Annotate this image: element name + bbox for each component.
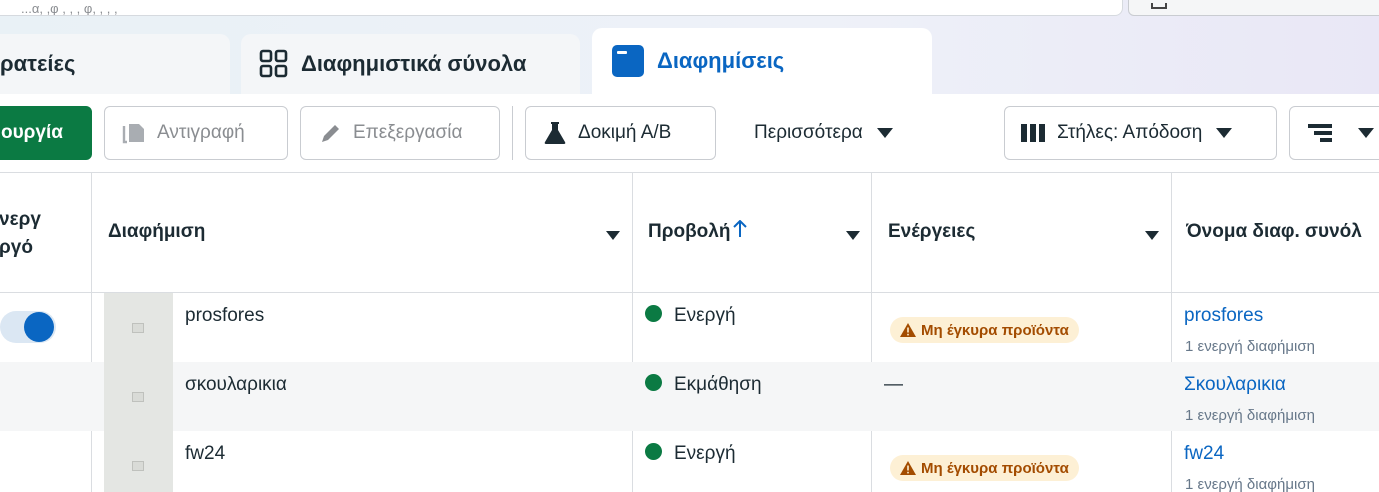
offon-header-line2: εργό [0,237,33,258]
edit-label: Επεξεργασία [353,122,463,143]
delivery-status: Ενεργή [645,443,736,465]
column-header-ad[interactable]: Διαφήμιση [108,172,628,292]
columns-icon [1021,123,1047,143]
ad-thumbnail [104,362,173,431]
tab-ad-sets[interactable]: Διαφημιστικά σύνολα [241,34,580,94]
ad-thumbnail [104,293,173,362]
columns-label: Στήλες: Απόδοση [1057,122,1203,143]
actions-empty: — [884,374,903,395]
duplicate-label: Αντιγραφή [157,122,245,143]
ab-test-label: Δοκιμή Α/Β [578,122,672,143]
caret-down-icon [876,128,893,138]
ad-name[interactable]: fw24 [185,443,225,465]
sort-ascending-icon [733,220,748,238]
toolbar-divider [512,106,513,160]
more-dropdown[interactable]: Περισσότερα [735,106,925,160]
caret-down-icon[interactable] [1145,224,1159,246]
flask-icon [542,120,568,146]
ad-header-label: Διαφήμιση [108,221,206,242]
warning-icon [900,461,916,475]
image-placeholder-icon [132,323,144,333]
column-header-off-on[interactable]: ενεργ εργό [0,172,90,292]
create-button[interactable]: ουργία [0,106,92,160]
adset-subtext: 1 ενεργή διαφήμιση [1185,407,1315,424]
tab-campaigns[interactable]: ρατείες [0,34,230,94]
search-text: ...α, ,φ , , , φ, , , , [21,1,118,16]
warning-text: Μη έγκυρα προϊόντα [921,321,1069,339]
adset-link[interactable]: prosfores [1184,305,1263,327]
warning-icon [900,323,916,337]
adset-link[interactable]: Σκουλαρικια [1184,374,1286,396]
toggle-knob [24,312,54,342]
columns-dropdown[interactable]: Στήλες: Απόδοση [1004,106,1277,160]
status-dot [645,374,662,391]
image-placeholder-icon [132,392,144,402]
column-header-delivery[interactable]: Προβολή [648,172,868,292]
adset-subtext: 1 ενεργή διαφήμιση [1185,476,1315,492]
warning-badge[interactable]: Μη έγκυρα προϊόντα [890,455,1079,481]
tab-ads-label: Διαφημίσεις [657,48,785,73]
grid-icon [259,49,289,79]
column-header-adset-name[interactable]: Όνομα διαφ. συνόλ [1186,172,1379,292]
create-button-label: ουργία [1,122,63,143]
column-header-actions[interactable]: Ενέργειες [888,172,1168,292]
adset-subtext: 1 ενεργή διαφήμιση [1185,338,1315,355]
caret-down-icon[interactable] [846,224,860,246]
adset-name-header-label: Όνομα διαφ. συνόλ [1186,221,1362,242]
breakdown-icon [1308,122,1334,144]
tray-icon [1151,3,1167,9]
delivery-status: Ενεργή [645,305,736,327]
tab-campaigns-label: ρατείες [0,51,76,76]
top-right-button[interactable] [1128,0,1379,16]
duplicate-button[interactable]: Αντιγραφή [104,106,288,160]
delivery-status-text: Ενεργή [674,305,736,326]
ad-window-icon [611,44,645,78]
tab-ad-sets-label: Διαφημιστικά σύνολα [301,51,527,76]
adset-link[interactable]: fw24 [1184,443,1224,465]
delivery-status-text: Εκμάθηση [674,374,762,395]
delivery-status: Εκμάθηση [645,374,762,396]
caret-down-icon[interactable] [606,224,620,246]
pencil-icon [319,121,343,145]
ad-name[interactable]: σκουλαρικια [185,374,287,396]
breakdown-dropdown[interactable] [1289,106,1379,160]
more-label: Περισσότερα [754,122,863,143]
table-row[interactable]: σκουλαρικια Εκμάθηση — Σκουλαρικια 1 ενε… [0,362,1379,431]
caret-down-icon [1216,128,1233,138]
search-input[interactable]: ...α, ,φ , , , φ, , , , [0,0,1123,16]
caret-down-icon [1358,128,1374,138]
ab-test-button[interactable]: Δοκιμή Α/Β [525,106,716,160]
image-placeholder-icon [132,461,144,471]
status-dot [645,443,662,460]
warning-text: Μη έγκυρα προϊόντα [921,459,1069,477]
status-dot [645,305,662,322]
edit-button[interactable]: Επεξεργασία [300,106,500,160]
table-row[interactable]: fw24 Ενεργή Μη έγκυρα προϊόντα fw24 1 εν… [0,431,1379,492]
offon-header-line1: ενεργ [0,209,41,230]
delivery-header-label: Προβολή [648,221,731,242]
table-row[interactable]: prosfores Ενεργή Μη έγκυρα προϊόντα pros… [0,293,1379,362]
duplicate-icon [121,121,147,145]
warning-badge[interactable]: Μη έγκυρα προϊόντα [890,317,1079,343]
ad-toggle[interactable] [0,311,56,343]
delivery-status-text: Ενεργή [674,443,736,464]
tab-ads[interactable]: Διαφημίσεις [592,28,932,94]
actions-header-label: Ενέργειες [888,221,976,242]
ad-name[interactable]: prosfores [185,305,264,327]
ad-thumbnail [104,431,173,492]
